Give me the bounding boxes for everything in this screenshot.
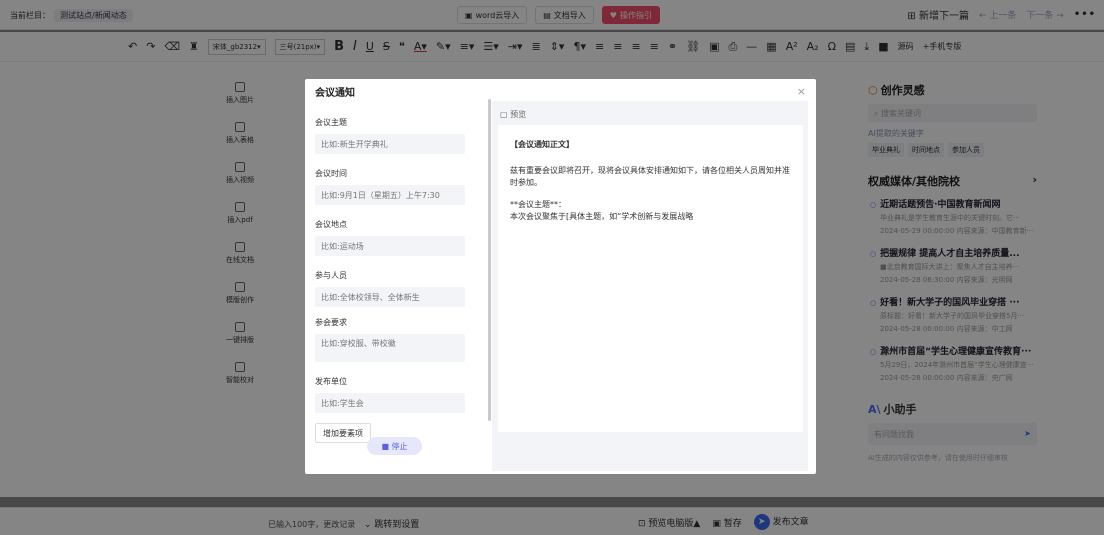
add-field-button[interactable]: 增加要素项	[315, 423, 371, 443]
preview-doc-icon: ▢	[500, 110, 508, 119]
participants-field[interactable]	[315, 287, 465, 307]
preview-paragraph: **会议主题**： 本次会议聚焦于[具体主题，如“学术创新与发展战略	[510, 199, 791, 223]
preview-label-text: 预览	[510, 110, 527, 119]
field-label: 会议时间	[315, 169, 347, 178]
field-label: 会议地点	[315, 220, 347, 229]
preview-content: 【会议通知正文】 兹有重要会议即将召开，现将会议具体安排通知如下，请各位相关人员…	[498, 125, 803, 432]
preview-pane: ▢ 预览 【会议通知正文】 兹有重要会议即将召开，现将会议具体安排通知如下，请各…	[492, 101, 808, 471]
field-label: 参会要求	[315, 318, 347, 327]
preview-topic-label: **会议主题**：	[510, 200, 566, 209]
notice-form: 会议主题 会议时间 会议地点 参与人员 参会要求 发布单位 增加要素项	[315, 109, 480, 443]
preview-paragraph: 兹有重要会议即将召开，现将会议具体安排通知如下，请各位相关人员周知并准时参加。	[510, 166, 790, 187]
preview-label: ▢ 预览	[500, 109, 800, 120]
scrollbar[interactable]	[488, 99, 491, 421]
topic-field[interactable]	[315, 134, 465, 154]
field-label: 会议主题	[315, 118, 347, 127]
field-label: 参与人员	[315, 271, 347, 280]
preview-heading: 【会议通知正文】	[510, 140, 574, 149]
requirements-field[interactable]	[315, 334, 465, 362]
time-field[interactable]	[315, 185, 465, 205]
stop-button[interactable]: ■ 停止	[367, 437, 422, 455]
meeting-notice-modal: 会议通知 × 会议主题 会议时间 会议地点 参与人员 参会要求 发布单位 增加要…	[305, 79, 816, 474]
modal-title: 会议通知	[315, 87, 355, 99]
publisher-field[interactable]	[315, 393, 465, 413]
field-label: 发布单位	[315, 377, 347, 386]
close-icon[interactable]: ×	[797, 85, 806, 98]
preview-topic-text: 本次会议聚焦于[具体主题，如“学术创新与发展战略	[510, 212, 694, 221]
location-field[interactable]	[315, 236, 465, 256]
